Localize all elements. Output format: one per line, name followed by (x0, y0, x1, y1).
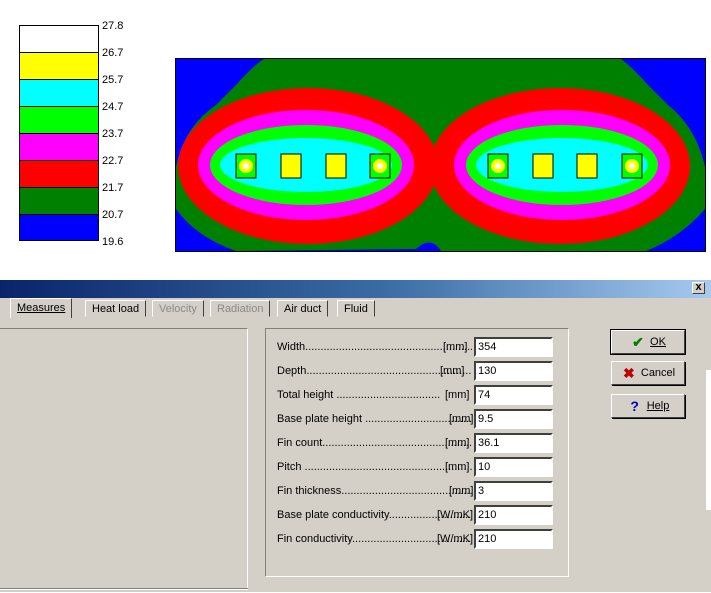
hotspot-core (578, 157, 596, 175)
legend-label: 25.7 (102, 74, 124, 86)
width-input[interactable] (474, 337, 553, 357)
pitch-input[interactable] (474, 457, 553, 477)
ok-label: OK (650, 336, 666, 348)
param-row-fin-count: Fin count...............................… (277, 433, 567, 453)
tab-strip: Measures Heat load Velocity Radiation Ai… (0, 298, 711, 318)
param-unit: [mm] (445, 437, 470, 449)
ok-button[interactable]: ✔ OK (610, 329, 686, 355)
param-row-fin-conductivity: Fin conductivity........................… (277, 529, 567, 549)
param-unit: [W/mK] (437, 533, 474, 545)
tab-fluid[interactable]: Fluid (337, 300, 375, 317)
legend-swatch-4 (19, 106, 99, 133)
hotspot-core (534, 157, 552, 175)
question-icon: ? (630, 398, 639, 415)
close-icon: x (695, 281, 702, 293)
legend-label: 26.7 (102, 47, 124, 59)
cancel-button[interactable]: ✖ Cancel (611, 361, 685, 385)
left-panel-divider (0, 588, 248, 593)
legend-swatch-1 (19, 25, 99, 52)
legend-label: 20.7 (102, 209, 124, 221)
base-plate-conductivity-input[interactable] (474, 505, 553, 525)
param-label: Fin count...............................… (277, 437, 472, 449)
param-unit: [mm] (440, 365, 465, 377)
param-label: Fin thickness...........................… (277, 485, 472, 497)
param-unit: [mm] (445, 461, 470, 473)
param-unit: [W/mK] (437, 509, 474, 521)
legend-label: 23.7 (102, 128, 124, 140)
param-label: Pitch ..................................… (277, 461, 472, 473)
tab-label: Heat load (92, 303, 140, 315)
hotspot-core (327, 157, 345, 175)
tab-radiation[interactable]: Radiation (210, 300, 271, 317)
hotspot-peak (377, 163, 383, 169)
dialog-title-bar[interactable]: x (0, 280, 711, 298)
cancel-label: Cancel (640, 367, 676, 379)
legend-label: 21.7 (102, 182, 124, 194)
param-row-base-plate-conductivity: Base plate conductivity.................… (277, 505, 567, 525)
param-unit: [mm] (449, 413, 474, 425)
param-unit: [mm] (445, 389, 470, 401)
param-row-fin-thickness: Fin thickness...........................… (277, 481, 567, 501)
hotspot-peak (243, 163, 249, 169)
base-plate-height-input[interactable] (474, 409, 553, 429)
hotspot-core (282, 157, 300, 175)
contour-svg (176, 59, 705, 251)
tab-measures[interactable]: Measures (10, 298, 73, 318)
legend-swatch-3 (19, 79, 99, 106)
tab-label: Fluid (344, 303, 368, 315)
legend-swatch-5 (19, 133, 99, 160)
tab-label: Measures (17, 302, 66, 314)
param-label: Base plate height ......................… (277, 413, 472, 425)
fin-count-input[interactable] (474, 433, 553, 453)
depth-input[interactable] (474, 361, 553, 381)
param-row-base-plate-height: Base plate height ......................… (277, 409, 567, 429)
legend-swatch-8 (19, 214, 99, 241)
param-row-depth: Depth...................................… (277, 361, 567, 381)
tab-velocity[interactable]: Velocity (152, 300, 204, 317)
right-edge-panel (706, 370, 711, 510)
param-row-width: Width...................................… (277, 337, 567, 357)
tab-label: Radiation (217, 303, 264, 315)
param-row-pitch: Pitch ..................................… (277, 457, 567, 477)
checkmark-icon: ✔ (632, 334, 644, 351)
heatsink-dialog: x Measures Heat load Velocity Radiation … (0, 280, 711, 592)
fin-conductivity-input[interactable] (474, 529, 553, 549)
temperature-contour-plot (175, 58, 706, 252)
hotspot-peak (629, 163, 635, 169)
param-unit: [mm] (449, 485, 474, 497)
hotspot-peak (495, 163, 501, 169)
help-button[interactable]: ? Help (611, 394, 685, 418)
left-panel (0, 328, 248, 590)
legend-swatch-7 (19, 187, 99, 214)
legend-label: 22.7 (102, 155, 124, 167)
param-unit: [mm] (443, 341, 468, 353)
help-label: Help (646, 400, 670, 412)
legend-swatch-6 (19, 160, 99, 187)
total-height-input[interactable] (474, 385, 553, 405)
measures-group: Width...................................… (265, 328, 569, 577)
tab-label: Air duct (284, 303, 322, 315)
cross-icon: ✖ (623, 365, 635, 382)
legend-swatch-2 (19, 52, 99, 79)
param-label: Total height ...........................… (277, 389, 441, 401)
tab-heat-load[interactable]: Heat load (85, 300, 147, 317)
legend-label: 24.7 (102, 101, 124, 113)
fin-thickness-input[interactable] (474, 481, 553, 501)
param-row-total-height: Total height ...........................… (277, 385, 567, 405)
close-button[interactable]: x (692, 282, 705, 294)
tab-label: Velocity (159, 303, 197, 315)
legend-label: 27.8 (102, 20, 124, 32)
legend-label: 19.6 (102, 236, 124, 248)
tab-air-duct[interactable]: Air duct (277, 300, 329, 317)
